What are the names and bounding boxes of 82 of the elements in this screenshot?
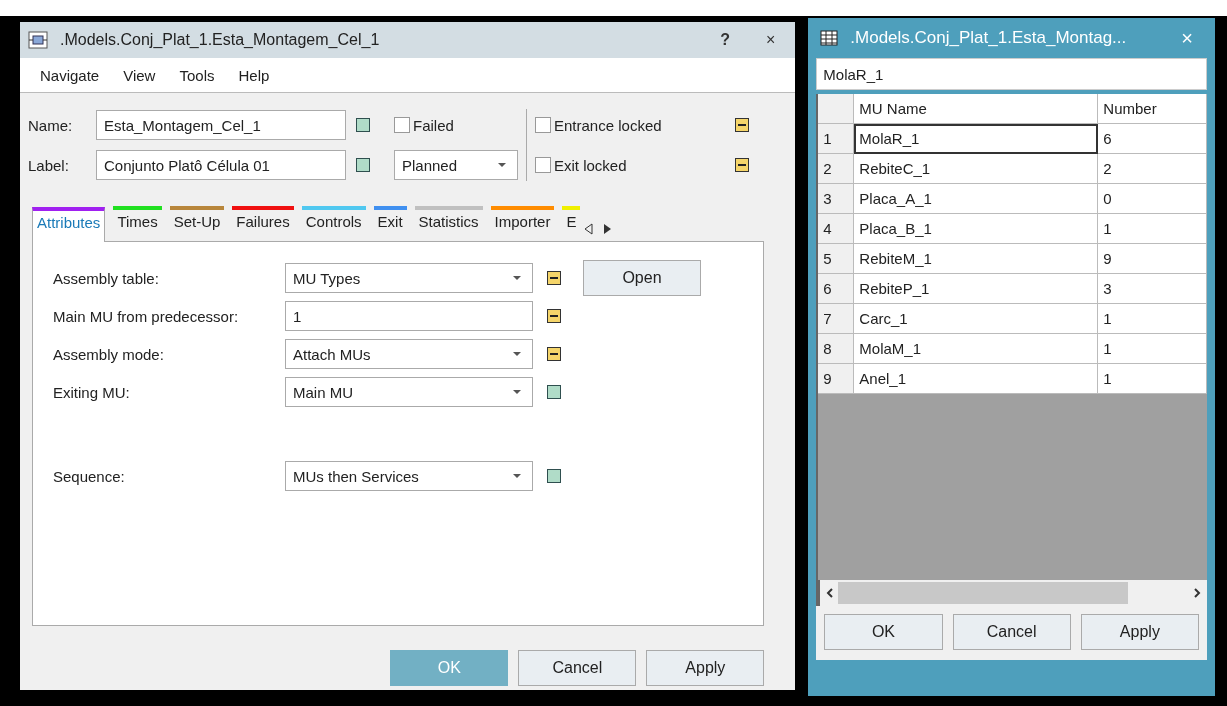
scroll-right-icon[interactable]: [1193, 588, 1201, 598]
column-header[interactable]: MU Name: [854, 94, 1099, 124]
table-cell[interactable]: Placa_B_1: [854, 214, 1099, 244]
table-cell[interactable]: RebiteM_1: [854, 244, 1099, 274]
checkbox-label: Failed: [413, 116, 454, 134]
window-title: .Models.Conj_Plat_1.Esta_Montag...: [850, 28, 1128, 48]
table-cell[interactable]: RebiteC_1: [854, 154, 1099, 184]
menu-item[interactable]: View: [111, 66, 168, 84]
field-label: Label:: [28, 156, 70, 174]
window-title: .Models.Conj_Plat_1.Esta_Montagem_Cel_1: [60, 31, 381, 49]
scroll-left-icon[interactable]: [826, 588, 835, 598]
field-label: Main MU from predecessor:: [53, 307, 240, 325]
table-cell[interactable]: 1: [1098, 334, 1207, 364]
state-dropdown[interactable]: Planned: [394, 150, 518, 180]
horizontal-scrollbar[interactable]: [818, 580, 1207, 606]
inherited-indicator-icon[interactable]: [356, 118, 370, 132]
table-cell[interactable]: RebiteP_1: [854, 274, 1099, 304]
checkbox-label: Entrance locked: [554, 116, 662, 134]
table-cell[interactable]: 1: [1098, 214, 1207, 244]
row-header[interactable]: 7: [818, 304, 855, 334]
dialog-button[interactable]: Apply: [1080, 614, 1199, 650]
table-cell[interactable]: 9: [1098, 244, 1207, 274]
field-label: Assembly mode:: [53, 345, 165, 363]
checkbox[interactable]: [535, 157, 551, 173]
set-indicator-icon[interactable]: [735, 158, 749, 172]
inherited-indicator-icon[interactable]: [356, 158, 370, 172]
dialog-button[interactable]: OK: [824, 614, 943, 650]
menu-item[interactable]: Tools: [167, 66, 227, 84]
set-indicator-icon[interactable]: [547, 309, 561, 323]
checkbox[interactable]: [394, 117, 410, 133]
text-field[interactable]: 1: [285, 301, 533, 331]
row-header[interactable]: 2: [818, 154, 855, 184]
field-label: Exiting MU:: [53, 383, 131, 401]
inherited-indicator-icon[interactable]: [547, 385, 561, 399]
open-button[interactable]: Open: [583, 260, 701, 296]
dropdown[interactable]: MUs then Services: [285, 461, 533, 491]
checkbox-label: Exit locked: [554, 156, 627, 174]
set-indicator-icon[interactable]: [735, 118, 749, 132]
row-header[interactable]: 1: [818, 124, 855, 154]
table-cell[interactable]: Placa_A_1: [854, 184, 1099, 214]
menu-item[interactable]: Help: [226, 66, 282, 84]
table-cell[interactable]: MolaM_1: [854, 334, 1099, 364]
set-indicator-icon[interactable]: [547, 347, 561, 361]
table-cell[interactable]: 0: [1098, 184, 1207, 214]
table-cell[interactable]: Anel_1: [854, 364, 1099, 394]
field-label: Sequence:: [53, 467, 126, 485]
tab[interactable]: Attributes: [32, 207, 106, 242]
table-cell[interactable]: 2: [1098, 154, 1207, 184]
help-button[interactable]: ?: [708, 31, 742, 49]
scroll-left-icon[interactable]: [584, 223, 594, 235]
row-header[interactable]: 6: [818, 274, 855, 304]
cell-value-field[interactable]: MolaR_1: [816, 58, 1207, 90]
row-header[interactable]: 3: [818, 184, 855, 214]
dropdown[interactable]: Main MU: [285, 377, 533, 407]
table-cell[interactable]: 3: [1098, 274, 1207, 304]
row-header[interactable]: 9: [818, 364, 855, 394]
menu-item[interactable]: Navigate: [28, 66, 112, 84]
set-indicator-icon[interactable]: [547, 271, 561, 285]
dialog-button[interactable]: Apply: [646, 650, 765, 686]
table-cell[interactable]: Carc_1: [854, 304, 1099, 334]
close-button[interactable]: ×: [754, 31, 788, 49]
table-cell[interactable]: 6: [1098, 124, 1207, 154]
text-field[interactable]: Conjunto Platô Célula 01: [96, 150, 346, 180]
table-cell[interactable]: 1: [1098, 304, 1207, 334]
row-header[interactable]: 8: [818, 334, 855, 364]
dropdown[interactable]: Attach MUs: [285, 339, 533, 369]
field-label: Name:: [28, 116, 74, 134]
object-icon: [28, 31, 48, 49]
table-cell[interactable]: 1: [1098, 364, 1207, 394]
dialog-button[interactable]: Cancel: [952, 614, 1071, 650]
inherited-indicator-icon[interactable]: [547, 469, 561, 483]
table-cell[interactable]: MolaR_1: [854, 124, 1099, 154]
text-field[interactable]: Esta_Montagem_Cel_1: [96, 110, 346, 140]
dropdown[interactable]: MU Types: [285, 263, 533, 293]
checkbox[interactable]: [535, 117, 551, 133]
table-icon: [820, 30, 839, 46]
row-header[interactable]: 5: [818, 244, 855, 274]
dialog-button[interactable]: Cancel: [518, 650, 637, 686]
row-header[interactable]: 4: [818, 214, 855, 244]
column-header[interactable]: Number: [1098, 94, 1207, 124]
field-label: Assembly table:: [53, 269, 160, 287]
scroll-right-icon[interactable]: [603, 223, 613, 235]
